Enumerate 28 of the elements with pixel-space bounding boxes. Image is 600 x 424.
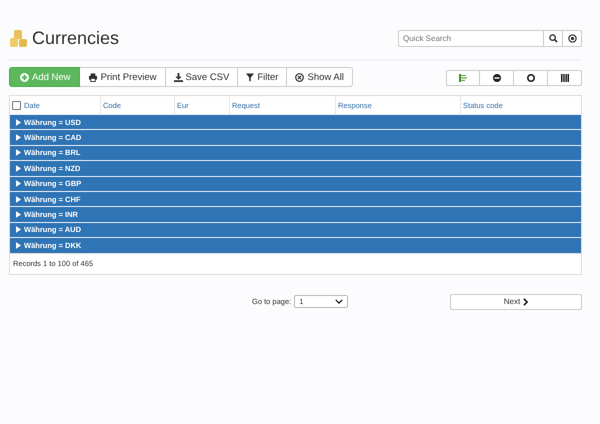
- list-icon: [459, 74, 467, 82]
- page-title: Currencies: [32, 28, 120, 49]
- cancel-icon: [295, 72, 304, 82]
- next-button[interactable]: Next: [450, 294, 582, 310]
- show-all-button[interactable]: Show All: [287, 67, 353, 87]
- print-button[interactable]: Print Preview: [80, 67, 166, 87]
- chevron-right-icon: [523, 298, 528, 306]
- collapse-button[interactable]: [480, 70, 514, 86]
- circle-icon: [526, 74, 534, 82]
- columns-icon: [560, 74, 568, 82]
- download-icon: [174, 72, 183, 82]
- save-button[interactable]: Save CSV: [166, 67, 238, 87]
- group-button[interactable]: [446, 70, 480, 86]
- search-icon: [548, 34, 558, 43]
- select-all-checkbox[interactable]: [12, 100, 21, 110]
- chevron-down-icon: [335, 299, 344, 304]
- coins-icon: [9, 28, 29, 48]
- clear-button[interactable]: [563, 30, 582, 47]
- columns-button[interactable]: [548, 70, 582, 86]
- clear-icon: [568, 34, 576, 43]
- search-field[interactable]: Quick Search: [398, 30, 544, 47]
- filter-button[interactable]: Filter: [238, 67, 288, 87]
- printer-icon: [88, 72, 98, 82]
- expand-button[interactable]: [514, 70, 548, 86]
- search-button[interactable]: [544, 30, 563, 47]
- plus-icon: [20, 72, 29, 82]
- minus-circle-icon: [492, 74, 500, 82]
- filter-icon: [246, 72, 254, 82]
